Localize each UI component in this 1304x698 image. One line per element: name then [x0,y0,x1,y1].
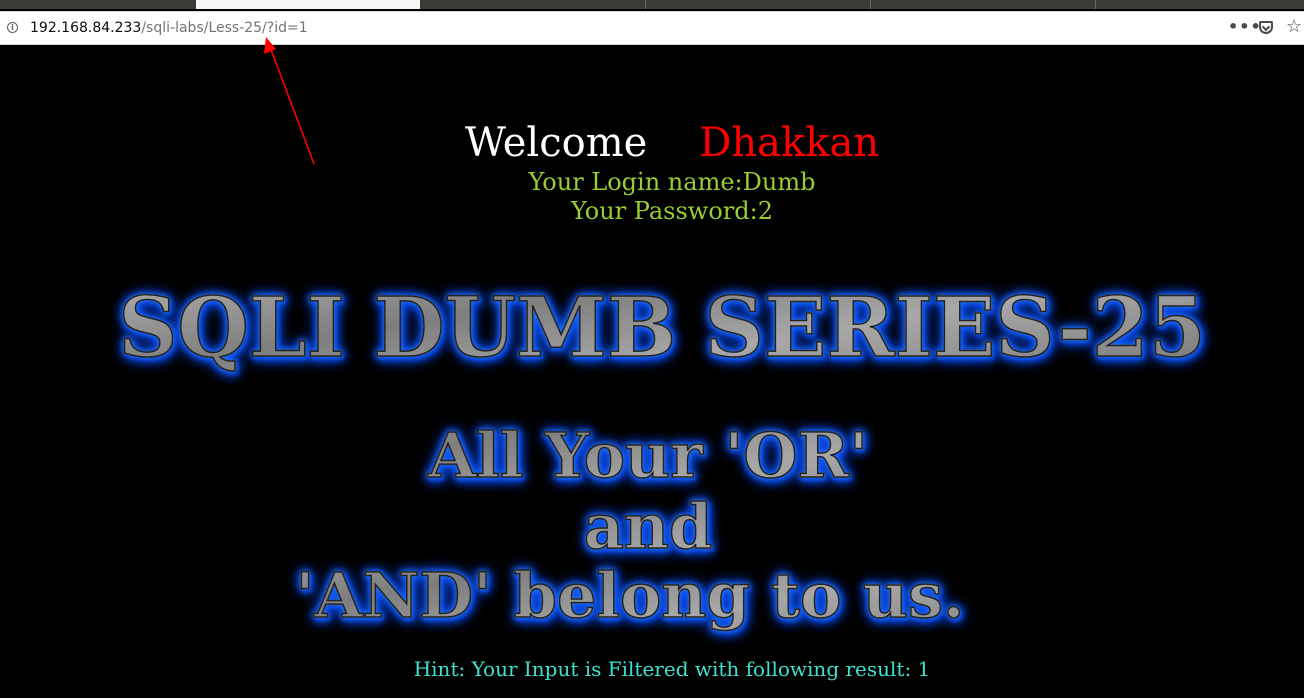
tab-separator [1095,0,1096,9]
hint-text: Hint: Your Input is Filtered with follow… [413,657,931,681]
slogan-line-3: 'AND' belong to us. [0,558,1282,633]
url-host: 192.168.84.233 [30,20,142,36]
slogan-line-1: All Your 'OR' [0,418,1300,493]
tab-separator [645,0,646,9]
tab-strip [0,0,1304,9]
active-tab[interactable] [196,0,420,9]
welcome-name: Dhakkan [699,120,880,166]
page-actions-menu-icon[interactable]: ••• [1228,17,1262,36]
welcome-heading: Welcome Dhakkan [0,120,1304,166]
site-info-icon[interactable]: i [7,22,18,33]
pocket-icon[interactable] [1259,21,1273,34]
tab-separator [870,0,871,9]
url-bar[interactable]: i 192.168.84.233/sqli-labs/Less-25/?id=1… [0,11,1304,45]
slogan-line-2: and [0,489,1300,564]
password-line: Your Password:2 [571,197,773,225]
login-name-line: Your Login name:Dumb [528,168,816,196]
page-body: Welcome Dhakkan Your Login name:Dumb Your… [0,47,1304,698]
url-path: /sqli-labs/Less-25/?id=1 [141,20,308,36]
bookmark-star-icon[interactable]: ☆ [1286,16,1302,37]
welcome-label: Welcome [464,120,648,166]
series-title-banner: SQLI DUMB SERIES-25 [10,279,1304,377]
url-text[interactable]: 192.168.84.233/sqli-labs/Less-25/?id=1 [30,20,308,36]
